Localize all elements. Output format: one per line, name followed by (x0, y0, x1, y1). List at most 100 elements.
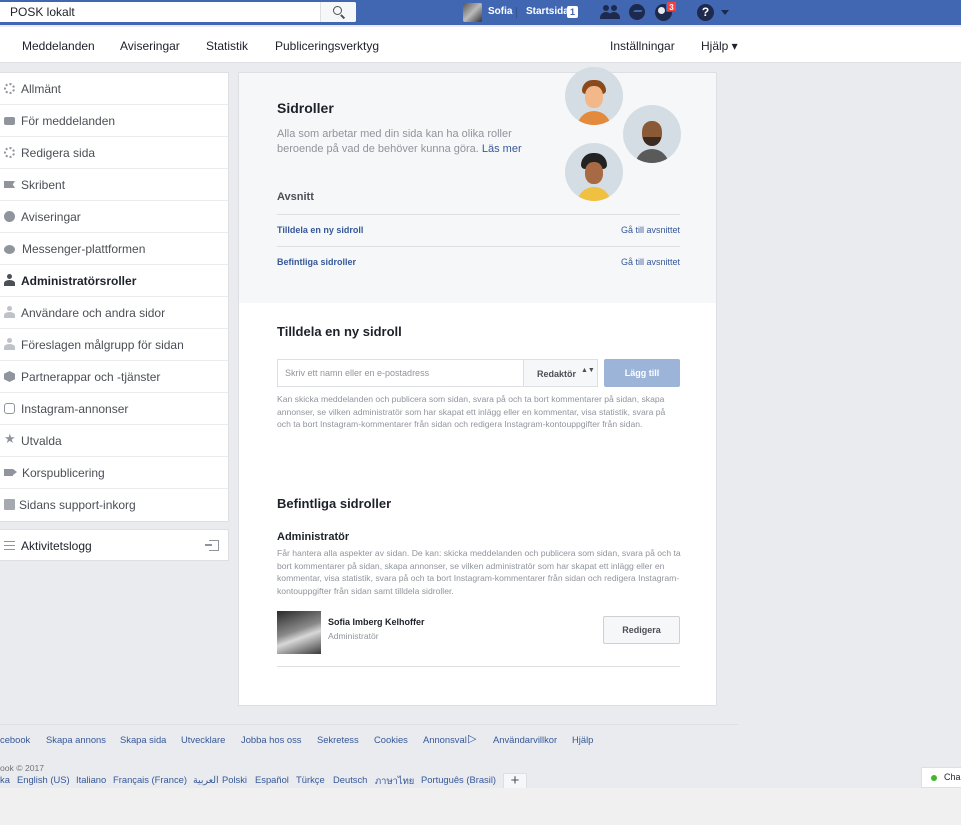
footer-link[interactable]: Skapa annons (46, 734, 106, 745)
page-roles-panel: Sidroller Alla som arbetar med din sida … (238, 67, 717, 706)
language-links: ka English (US) Italiano Français (Franc… (0, 774, 530, 788)
sidebar-item-general[interactable]: Allmänt (0, 73, 228, 105)
cube-icon (4, 371, 15, 382)
footer-link[interactable]: Cookies (374, 734, 408, 745)
divider (277, 666, 680, 667)
star-icon: ★ (4, 431, 16, 446)
search-input[interactable]: POSK lokalt (10, 5, 75, 19)
sidebar-item-support-inbox[interactable]: Sidans support-inkorg (0, 489, 228, 521)
nav-divider (516, 7, 517, 18)
sidebar-item-activity-log[interactable]: Aktivitetslogg (0, 529, 229, 561)
illustration-avatar-1 (565, 67, 623, 125)
footer-link[interactable]: cebook (0, 734, 30, 745)
search-button[interactable] (320, 2, 356, 22)
intro-description: Alla som arbetar med din sida kan ha oli… (277, 127, 537, 157)
language-link[interactable]: Français (France) (113, 774, 187, 785)
sidebar-item-page-roles[interactable]: Administratörsroller (0, 265, 228, 297)
role-dropdown[interactable]: Redaktör ▲▼ (523, 359, 598, 387)
footer-link[interactable]: Annonsval (423, 734, 467, 745)
language-link[interactable]: Deutsch (333, 774, 367, 785)
nav-settings[interactable]: Inställningar (610, 39, 675, 53)
language-link[interactable]: Polski (222, 774, 247, 785)
sidebar-item-messenger-platform[interactable]: Messenger-plattformen (0, 233, 228, 265)
messenger-icon (4, 245, 15, 254)
sidebar-item-featured[interactable]: ★ Utvalda (0, 425, 228, 457)
settings-sidebar: Allmänt För meddelanden Redigera sida Sk… (0, 72, 229, 522)
chat-label: Cha (944, 772, 961, 782)
name-or-email-field[interactable] (277, 359, 523, 387)
avatar[interactable] (277, 611, 321, 654)
help-icon[interactable]: ? (697, 4, 714, 21)
user-role-label: Administratör (328, 631, 379, 641)
name-or-email-input[interactable] (278, 360, 522, 386)
person-icon (4, 274, 15, 286)
nav-messages[interactable]: Meddelanden (22, 39, 95, 53)
section-row: Tilldela en ny sidroll Gå till avsnittet (277, 214, 680, 246)
sidebar-item-edit-page[interactable]: Redigera sida (0, 137, 228, 169)
chat-icon (4, 117, 15, 125)
sections-label: Avsnitt (277, 191, 314, 203)
sidebar-item-preferred-audience[interactable]: Föreslagen målgrupp för sidan (0, 329, 228, 361)
adchoices-icon[interactable]: ▷ (468, 732, 476, 745)
user-name-link[interactable]: Sofia Imberg Kelhoffer (328, 617, 425, 627)
footer-link[interactable]: Utvecklare (181, 734, 225, 745)
profile-link[interactable]: Sofia (488, 6, 512, 17)
footer-link[interactable]: Jobba hos oss (241, 734, 301, 745)
section-link-assign[interactable]: Tilldela en ny sidroll (277, 225, 363, 235)
assign-role-title: Tilldela en ny sidroll (277, 324, 402, 339)
chevron-down-icon[interactable] (721, 10, 729, 15)
footer-divider (0, 724, 738, 725)
language-link[interactable]: Italiano (76, 774, 106, 785)
goto-section-link[interactable]: Gå till avsnittet (621, 257, 680, 267)
section-link-existing[interactable]: Befintliga sidroller (277, 257, 356, 267)
sidebar-item-notifications[interactable]: Aviseringar (0, 201, 228, 233)
video-icon (4, 469, 13, 476)
footer-link[interactable]: Hjälp (572, 734, 593, 745)
sidebar-item-crossposting[interactable]: Korspublicering (0, 457, 228, 489)
nav-insights[interactable]: Statistik (206, 39, 248, 53)
messenger-icon[interactable] (629, 4, 645, 20)
open-log-icon[interactable] (205, 540, 219, 551)
sidebar-item-label: Aktivitetslogg (21, 539, 92, 553)
sidebar-item-label: Messenger-plattformen (22, 242, 146, 256)
sidebar-item-instagram-ads[interactable]: Instagram-annonser (0, 393, 228, 425)
sidebar-item-author[interactable]: Skribent (0, 169, 228, 201)
sidebar-item-partner-apps[interactable]: Partnerappar och -tjänster (0, 361, 228, 393)
role-help-text: Kan skicka meddelanden och publicera som… (277, 394, 666, 429)
search-box[interactable]: POSK lokalt (0, 2, 356, 22)
friends-icon[interactable] (600, 4, 622, 20)
language-link[interactable]: ka (0, 774, 10, 785)
edit-role-button[interactable]: Redigera (603, 616, 680, 644)
chat-tab[interactable]: Cha (921, 767, 961, 788)
home-link[interactable]: Startsida (526, 6, 569, 17)
footer-link[interactable]: Användarvillkor (493, 734, 557, 745)
learn-more-link[interactable]: Läs mer (482, 143, 522, 155)
nav-help[interactable]: Hjälp ▾ (701, 39, 738, 53)
sidebar-item-label: För meddelanden (21, 114, 116, 128)
profile-avatar[interactable] (463, 3, 482, 22)
language-link[interactable]: ภาษาไทย (375, 774, 414, 789)
role-description: Får hantera alla aspekter av sidan. De k… (277, 548, 681, 596)
nav-notifications[interactable]: Aviseringar (120, 39, 180, 53)
top-bar: POSK lokalt Sofia Startsida 1 3 ? (0, 0, 961, 25)
language-link[interactable]: العربية (193, 774, 219, 786)
more-languages-button[interactable]: + (503, 773, 527, 789)
language-link[interactable]: English (US) (17, 774, 70, 785)
search-icon (333, 6, 342, 15)
add-role-button[interactable]: Lägg till (604, 359, 680, 387)
sidebar-item-label: Partnerappar och -tjänster (21, 370, 161, 384)
footer-link[interactable]: Skapa sida (120, 734, 166, 745)
camera-icon (4, 403, 15, 414)
intro-section: Sidroller Alla som arbetar med din sida … (239, 67, 716, 303)
notification-count-badge: 3 (666, 1, 677, 12)
role-heading: Administratör (277, 531, 350, 543)
footer-link[interactable]: Sekretess (317, 734, 359, 745)
language-link[interactable]: Português (Brasil) (421, 774, 496, 785)
language-link[interactable]: Türkçe (296, 774, 325, 785)
sidebar-item-messaging[interactable]: För meddelanden (0, 105, 228, 137)
nav-publishing-tools[interactable]: Publiceringsverktyg (275, 39, 379, 53)
sort-arrows-icon: ▲▼ (581, 367, 595, 374)
sidebar-item-people-and-pages[interactable]: Användare och andra sidor (0, 297, 228, 329)
goto-section-link[interactable]: Gå till avsnittet (621, 225, 680, 235)
language-link[interactable]: Español (255, 774, 289, 785)
